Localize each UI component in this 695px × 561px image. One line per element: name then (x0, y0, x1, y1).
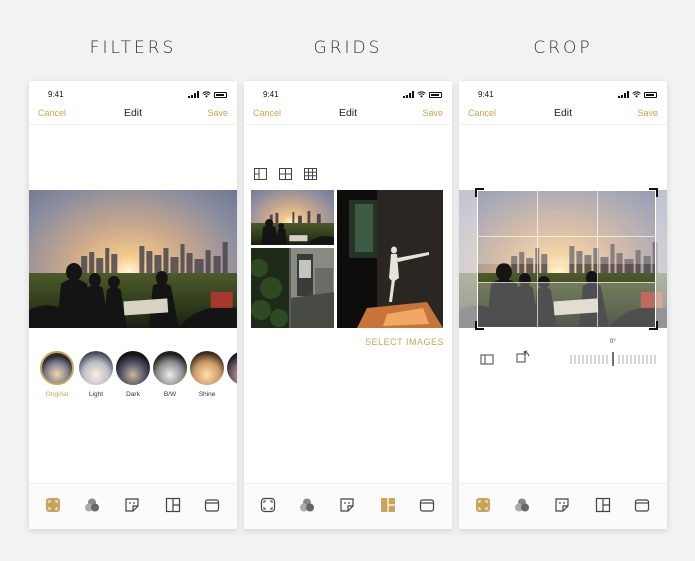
filter-dark[interactable]: Dark (116, 351, 152, 398)
filter-strip[interactable]: Original Light Dark B/W Shine Co (40, 351, 237, 401)
layout-split-icon[interactable] (254, 168, 267, 180)
status-time: 9:41 (263, 90, 279, 99)
status-bar: 9:41 (244, 89, 452, 101)
grid-icon[interactable] (380, 497, 396, 513)
filter-label: B/W (163, 391, 177, 398)
navbar: Cancel Edit Save (459, 105, 667, 125)
grids-screen: 9:41 Cancel Edit Save SELECT IMAGES (244, 81, 452, 529)
grid-icon[interactable] (165, 497, 181, 513)
crop-icon[interactable] (260, 497, 276, 513)
bottom-toolbar (459, 483, 667, 529)
rotate-icon[interactable] (516, 349, 531, 364)
battery-icon (214, 91, 227, 98)
filters-screen: 9:41 Cancel Edit Save Original Light Dar… (29, 81, 237, 529)
status-bar: 9:41 (29, 89, 237, 101)
filters-icon[interactable] (514, 497, 530, 513)
filter-label: Original (45, 391, 69, 398)
save-button[interactable]: Save (207, 108, 228, 118)
filter-bw[interactable]: B/W (153, 351, 189, 398)
wifi-icon (632, 91, 641, 98)
page-title: Edit (338, 107, 358, 119)
filter-thumbnail[interactable] (116, 351, 150, 385)
filter-light[interactable]: Light (79, 351, 115, 398)
frame-icon[interactable] (204, 497, 220, 513)
grid-icon[interactable] (595, 497, 611, 513)
filters-icon[interactable] (84, 497, 100, 513)
filter-label: Light (88, 391, 104, 398)
crop-title: CROP (533, 38, 593, 58)
wifi-icon (202, 91, 211, 98)
filter-thumbnail[interactable] (79, 351, 113, 385)
crop-handle-top-right[interactable] (649, 188, 658, 197)
crop-handle-bottom-right[interactable] (649, 321, 658, 330)
rotation-ruler[interactable] (569, 351, 659, 367)
crop-screen: 9:41 Cancel Edit Save 0° (459, 81, 667, 529)
crop-handle-bottom-left[interactable] (475, 321, 484, 330)
sticker-icon[interactable] (339, 497, 355, 513)
filter-thumbnail[interactable] (227, 351, 237, 385)
page-title: Edit (553, 107, 573, 119)
page-title: Edit (123, 107, 143, 119)
collage-cell[interactable] (251, 248, 334, 328)
bottom-toolbar (244, 483, 452, 529)
sticker-icon[interactable] (124, 497, 140, 513)
battery-icon (644, 91, 657, 98)
bottom-toolbar (29, 483, 237, 529)
battery-icon (429, 91, 442, 98)
photo-preview (29, 190, 237, 328)
crop-handle-top-left[interactable] (475, 188, 484, 197)
filter-thumbnail[interactable] (190, 351, 224, 385)
status-bar: 9:41 (459, 89, 667, 101)
grids-title: GRIDS (313, 38, 383, 58)
navbar: Cancel Edit Save (29, 105, 237, 125)
frame-icon[interactable] (634, 497, 650, 513)
save-button[interactable]: Save (637, 108, 658, 118)
aspect-ratio-icon[interactable] (480, 353, 494, 365)
filter-more[interactable]: Co (227, 351, 237, 398)
grid-layout-selector (254, 168, 317, 180)
rotation-value: 0° (610, 339, 616, 345)
wifi-icon (417, 91, 426, 98)
collage-cell[interactable] (337, 190, 443, 328)
signal-icon (403, 91, 414, 98)
layout-quad-icon[interactable] (279, 168, 292, 180)
select-images-button[interactable]: SELECT IMAGES (365, 337, 444, 347)
status-time: 9:41 (48, 90, 64, 99)
filter-original[interactable]: Original (40, 351, 76, 398)
filters-title: FILTERS (89, 38, 177, 58)
signal-icon (188, 91, 199, 98)
collage-cell[interactable] (251, 190, 334, 245)
filter-label: Dark (126, 391, 140, 398)
layout-nine-icon[interactable] (304, 168, 317, 180)
save-button[interactable]: Save (422, 108, 443, 118)
crop-frame[interactable] (477, 190, 656, 328)
filter-thumbnail[interactable] (40, 351, 74, 385)
signal-icon (618, 91, 629, 98)
filters-icon[interactable] (299, 497, 315, 513)
filter-label: Co (227, 391, 237, 398)
sticker-icon[interactable] (554, 497, 570, 513)
navbar: Cancel Edit Save (244, 105, 452, 125)
filter-label: Shine (198, 391, 216, 398)
crop-icon[interactable] (475, 497, 491, 513)
crop-icon[interactable] (45, 497, 61, 513)
frame-icon[interactable] (419, 497, 435, 513)
filter-thumbnail[interactable] (153, 351, 187, 385)
filter-shine[interactable]: Shine (190, 351, 226, 398)
status-time: 9:41 (478, 90, 494, 99)
